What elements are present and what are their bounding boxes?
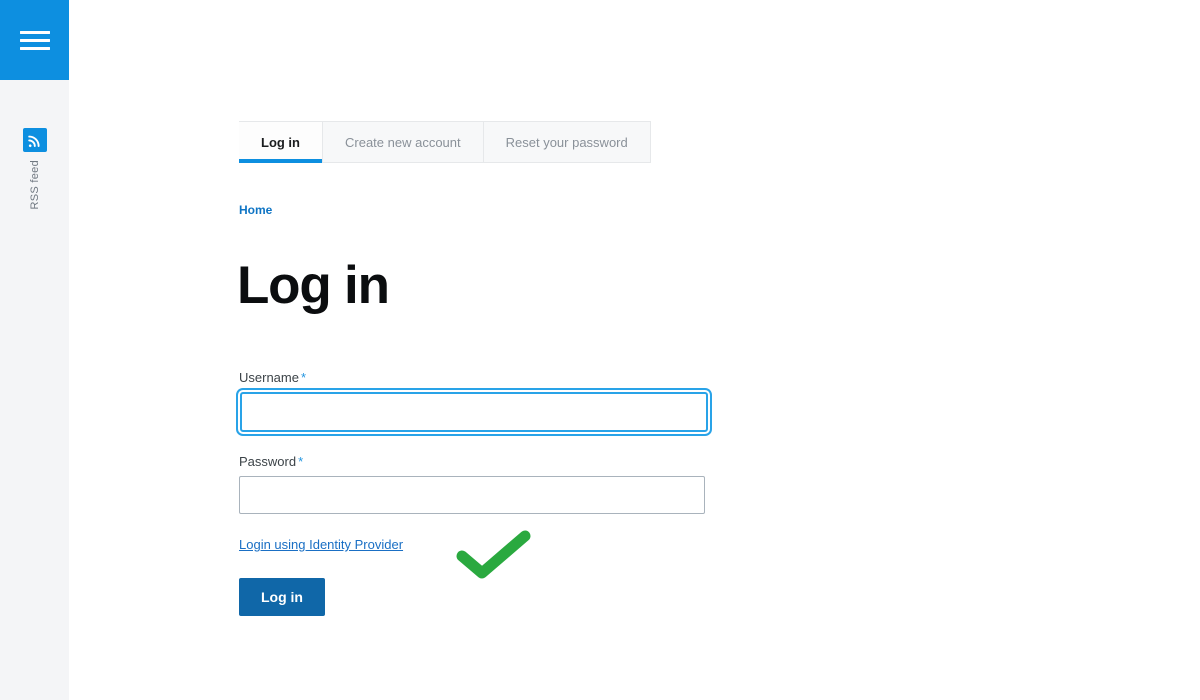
- tab-create-new-account-label: Create new account: [345, 134, 461, 150]
- tab-log-in-label: Log in: [261, 135, 300, 150]
- username-form-item: Username *: [239, 370, 759, 432]
- page-title: Log in: [237, 256, 390, 315]
- rss-feed-icon[interactable]: [22, 128, 47, 152]
- hamburger-menu-button[interactable]: [0, 0, 69, 80]
- tab-reset-your-password-label: Reset your password: [505, 134, 628, 150]
- left-sidebar: RSS feed: [0, 0, 69, 700]
- login-form: Username * Password * Login using Identity…: [239, 370, 759, 616]
- submit-row: Log in: [239, 578, 759, 616]
- tab-log-in[interactable]: Log in: [239, 122, 323, 163]
- username-label-text: Username: [239, 370, 299, 385]
- hamburger-icon-bar-1: [19, 30, 50, 34]
- rss-feed-label[interactable]: RSS feed: [29, 160, 41, 209]
- tab-reset-your-password[interactable]: Reset your password: [483, 122, 651, 163]
- identity-provider-login-link[interactable]: Login using Identity Provider: [239, 537, 403, 552]
- log-in-submit-button[interactable]: Log in: [239, 578, 325, 616]
- hamburger-icon-bar-3: [19, 46, 50, 50]
- password-input[interactable]: [239, 476, 705, 514]
- password-required-asterisk: *: [298, 454, 304, 469]
- username-label: Username *: [239, 370, 759, 385]
- rss-feed-block: RSS feed: [0, 128, 69, 209]
- username-required-asterisk: *: [300, 370, 307, 385]
- password-form-item: Password *: [239, 454, 759, 514]
- password-label: Password *: [239, 454, 759, 469]
- hamburger-icon-bar-2: [19, 38, 50, 42]
- password-label-text: Password: [239, 454, 297, 469]
- breadcrumb-home-link[interactable]: Home: [239, 203, 272, 217]
- tab-create-new-account[interactable]: Create new account: [323, 122, 484, 163]
- main-content: Log in Create new account Reset your pas…: [69, 0, 1200, 700]
- username-input[interactable]: [240, 392, 708, 432]
- auth-tabs: Log in Create new account Reset your pas…: [239, 121, 651, 163]
